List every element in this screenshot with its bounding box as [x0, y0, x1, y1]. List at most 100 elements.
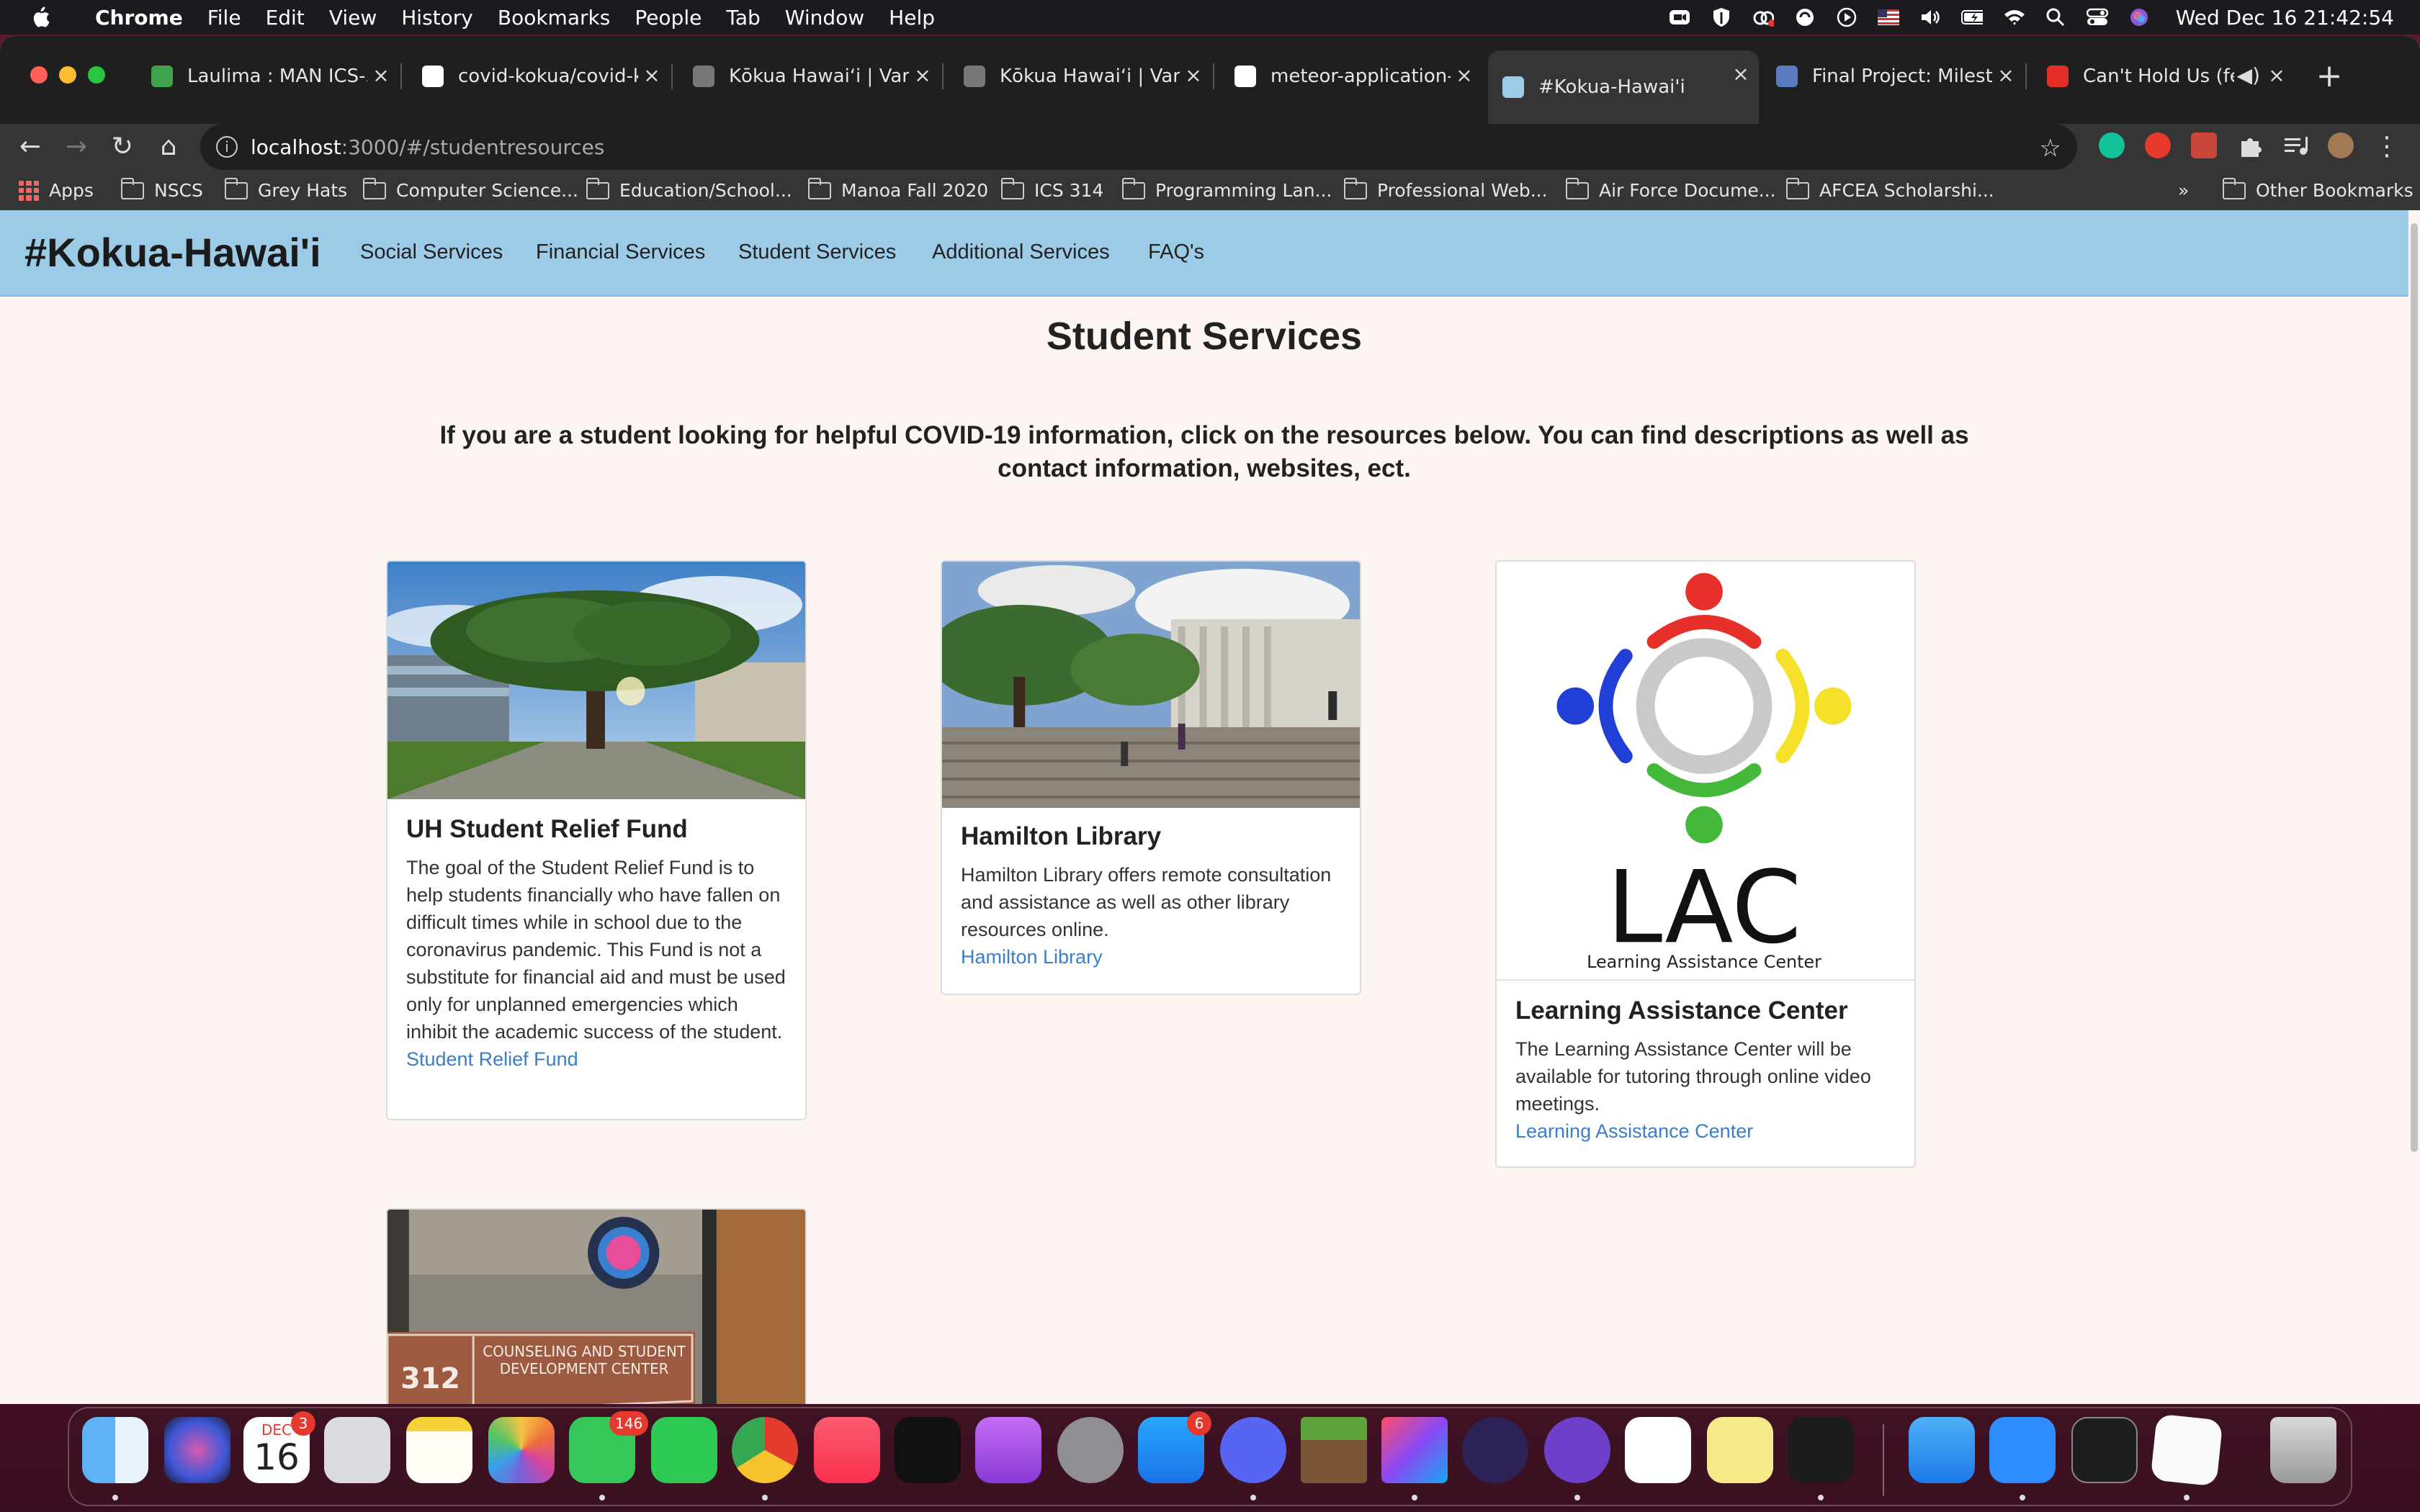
page-scrollbar[interactable]: [2408, 210, 2420, 1404]
bookmark-folder-computer-science[interactable]: Computer Science...: [363, 177, 578, 201]
menu-window[interactable]: Window: [785, 6, 864, 30]
system-preferences-icon[interactable]: [1057, 1417, 1124, 1483]
bookmark-apps[interactable]: Apps: [19, 180, 94, 201]
menu-edit[interactable]: Edit: [266, 6, 305, 30]
tab-final-project[interactable]: Final Project: Milestor ×: [1762, 55, 2024, 98]
card-link-hamilton-library[interactable]: Hamilton Library: [961, 943, 1341, 971]
terminal-icon[interactable]: [2071, 1417, 2138, 1483]
nav-student-services[interactable]: Student Services: [738, 240, 896, 264]
campus-tree-image[interactable]: [387, 562, 805, 799]
chrome-menu-icon[interactable]: ⋮: [2371, 131, 2403, 163]
back-arrow-icon[interactable]: ←: [14, 131, 46, 163]
bookmark-star-icon[interactable]: ☆: [2040, 134, 2061, 163]
close-tab-icon[interactable]: ×: [912, 65, 933, 86]
counseling-center-image[interactable]: 312 COUNSELING AND STUDENT DEVELOPMENT C…: [387, 1210, 805, 1404]
home-icon[interactable]: ⌂: [153, 131, 184, 163]
adblock-extension-icon[interactable]: [2145, 132, 2171, 158]
bookmark-folder-grey-hats[interactable]: Grey Hats: [225, 177, 347, 201]
menu-help[interactable]: Help: [889, 6, 935, 30]
profile-avatar[interactable]: [2328, 132, 2354, 158]
facetime-icon[interactable]: [651, 1417, 717, 1483]
zoom-status-icon[interactable]: [1669, 6, 1690, 28]
menu-history[interactable]: History: [401, 6, 473, 30]
minecraft-icon[interactable]: [1301, 1417, 1367, 1483]
bookmark-other-bookmarks[interactable]: Other Bookmarks: [2223, 177, 2414, 201]
tab-meteor-application[interactable]: meteor-application-te×: [1220, 55, 1482, 98]
control-center-icon[interactable]: [2086, 6, 2108, 28]
notes-icon[interactable]: [406, 1417, 472, 1483]
bookmark-folder-manoa-fall-2020[interactable]: Manoa Fall 2020: [808, 177, 988, 201]
nav-additional-services[interactable]: Additional Services: [932, 240, 1110, 264]
trash-icon[interactable]: [2270, 1417, 2336, 1483]
minimize-window-button[interactable]: [59, 66, 76, 84]
tv-icon[interactable]: [895, 1417, 961, 1483]
tab-kokua-hawaii-active[interactable]: #Kokua-Hawai'i ×: [1488, 50, 1759, 124]
address-bar[interactable]: i localhost:3000/#/studentresources ☆: [200, 124, 2077, 170]
shield-icon[interactable]: [1711, 6, 1732, 28]
tab-laulima[interactable]: Laulima : MAN ICS-31×: [137, 55, 399, 98]
media-controls-icon[interactable]: [2283, 132, 2309, 158]
close-tab-icon[interactable]: ×: [1995, 65, 2017, 86]
speaker-icon[interactable]: ◀︎): [2237, 63, 2260, 87]
wifi-icon[interactable]: [2003, 6, 2025, 28]
close-tab-icon[interactable]: ×: [641, 65, 663, 86]
site-info-icon[interactable]: i: [216, 136, 238, 158]
github-desktop-icon[interactable]: [1544, 1417, 1610, 1483]
menu-people[interactable]: People: [635, 6, 702, 30]
battery-icon[interactable]: [1960, 6, 1983, 28]
nav-faqs[interactable]: FAQ's: [1148, 240, 1204, 264]
new-tab-button[interactable]: +: [2313, 60, 2345, 92]
stickies-icon[interactable]: [1707, 1417, 1773, 1483]
photos-icon[interactable]: [488, 1417, 555, 1483]
finder-icon[interactable]: [82, 1417, 148, 1483]
reload-icon[interactable]: ↻: [107, 131, 138, 163]
close-tab-icon[interactable]: ×: [1453, 65, 1475, 86]
nav-social-services[interactable]: Social Services: [360, 240, 503, 264]
bookmark-folder-programming[interactable]: Programming Lan...: [1122, 177, 1332, 201]
bookmark-folder-education[interactable]: Education/School...: [586, 177, 792, 201]
sync-icon[interactable]: [1794, 6, 1816, 28]
menu-file[interactable]: File: [207, 6, 241, 30]
textedit-icon[interactable]: [2150, 1413, 2223, 1487]
site-brand-link[interactable]: #Kokua-Hawai'i: [24, 229, 321, 276]
scrollbar-thumb[interactable]: [2411, 223, 2418, 1152]
tab-covid-kokua-github[interactable]: covid-kokua/covid-ko ×: [408, 55, 670, 98]
launchpad-icon[interactable]: [324, 1417, 390, 1483]
menu-view[interactable]: View: [329, 6, 377, 30]
menu-app-name[interactable]: Chrome: [95, 6, 183, 30]
close-tab-icon[interactable]: ×: [370, 65, 392, 86]
card-link-learning-assistance-center[interactable]: Learning Assistance Center: [1515, 1117, 1896, 1145]
bookmark-folder-nscs[interactable]: NSCS: [121, 177, 203, 201]
close-tab-icon[interactable]: ×: [1730, 63, 1752, 85]
card-link-student-relief-fund[interactable]: Student Relief Fund: [406, 1045, 786, 1073]
apple-icon[interactable]: [26, 0, 55, 35]
bookmark-folder-air-force[interactable]: Air Force Docume...: [1566, 177, 1776, 201]
music-icon[interactable]: [814, 1417, 880, 1483]
eclipse-icon[interactable]: [1462, 1417, 1528, 1483]
close-tab-icon[interactable]: ×: [2266, 65, 2287, 86]
tab-kokua-hawaii-2[interactable]: Kōkua Hawaiʻi | Varyin×: [949, 55, 1211, 98]
discord-icon[interactable]: [1220, 1417, 1286, 1483]
search-icon[interactable]: [2045, 6, 2066, 28]
mail-icon[interactable]: [1909, 1417, 1975, 1483]
menu-tab[interactable]: Tab: [726, 6, 760, 30]
slack-icon[interactable]: [1625, 1417, 1691, 1483]
acrobat-icon[interactable]: [1788, 1417, 1854, 1483]
zoom-icon[interactable]: [1989, 1417, 2056, 1483]
clock[interactable]: Wed Dec 16 21:42:54: [2176, 6, 2394, 30]
forward-arrow-icon[interactable]: →: [60, 131, 92, 163]
menu-bookmarks[interactable]: Bookmarks: [498, 6, 610, 30]
extension-icon[interactable]: [2191, 132, 2217, 158]
bookmark-folder-afcea[interactable]: AFCEA Scholarshi...: [1786, 177, 1994, 201]
intellij-icon[interactable]: [1381, 1417, 1448, 1483]
close-window-button[interactable]: [30, 66, 48, 84]
bookmarks-overflow-chevron[interactable]: »: [2178, 180, 2189, 201]
tab-youtube-music[interactable]: Can't Hold Us (fe ◀︎) ×: [2033, 55, 2295, 98]
hamilton-library-image[interactable]: [942, 562, 1360, 808]
siri-icon[interactable]: [164, 1417, 230, 1483]
grammarly-extension-icon[interactable]: [2099, 132, 2125, 158]
creative-cloud-icon[interactable]: [1752, 6, 1774, 28]
zoom-window-button[interactable]: [88, 66, 105, 84]
puzzle-extensions-icon[interactable]: [2237, 132, 2263, 158]
play-icon[interactable]: [1836, 6, 1857, 28]
